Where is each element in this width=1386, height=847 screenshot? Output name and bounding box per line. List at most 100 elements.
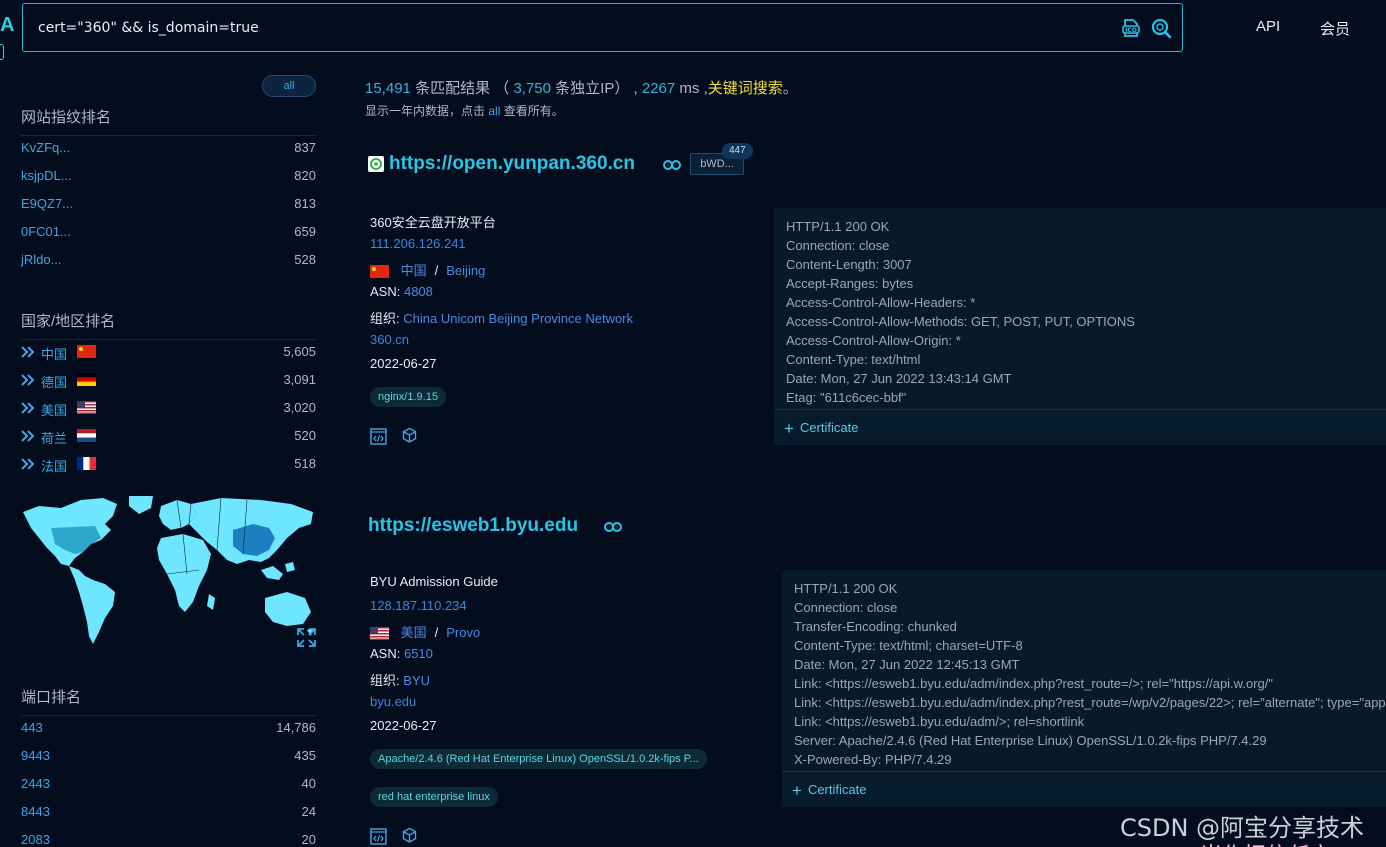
fingerprint-item[interactable]: 0FC01... 659 bbox=[21, 222, 316, 244]
http-line: Content-Length: 3007 bbox=[786, 257, 912, 272]
http-line: Link: <https://esweb1.byu.edu/adm/index.… bbox=[794, 676, 1273, 691]
http-line: Date: Mon, 27 Jun 2022 13:43:14 GMT bbox=[786, 371, 1012, 386]
asn-label: ASN: bbox=[370, 284, 401, 299]
http-line: HTTP/1.1 200 OK bbox=[786, 219, 890, 234]
domain-link[interactable]: byu.edu bbox=[370, 694, 416, 709]
code-icon[interactable] bbox=[370, 828, 387, 845]
product-chip[interactable]: Apache/2.4.6 (Red Hat Enterprise Linux) … bbox=[370, 749, 707, 769]
nav-member[interactable]: 会员 bbox=[1320, 18, 1350, 39]
fingerprint-label[interactable]: E9QZ7... bbox=[21, 196, 73, 211]
certificate-toggle-button[interactable]: + Certificate bbox=[792, 781, 866, 801]
fingerprint-label[interactable]: KvZFq... bbox=[21, 140, 70, 155]
china-flag-icon bbox=[77, 345, 96, 358]
fingerprint-tag-count: 447 bbox=[722, 143, 753, 159]
result-summary: 15,491 条匹配结果 （ 3,750 条独立IP） , 2267 ms ,关… bbox=[365, 77, 798, 98]
org-link[interactable]: BYU bbox=[403, 673, 430, 688]
country-item[interactable]: 法国 518 bbox=[21, 454, 316, 476]
product-chip[interactable]: red hat enterprise linux bbox=[370, 787, 498, 807]
fingerprint-label[interactable]: jRldo... bbox=[21, 252, 61, 267]
nav-api[interactable]: API bbox=[1256, 18, 1280, 35]
all-toggle-button[interactable]: all bbox=[262, 75, 316, 97]
china-flag-icon bbox=[370, 265, 389, 278]
site-title: 360安全云盘开放平台 bbox=[370, 215, 496, 230]
port-label[interactable]: 2083 bbox=[21, 832, 50, 847]
fingerprint-item[interactable]: jRldo... 528 bbox=[21, 250, 316, 272]
keyword-search-link[interactable]: 关键词搜索 bbox=[708, 80, 783, 97]
cube-icon[interactable] bbox=[401, 427, 418, 444]
port-item[interactable]: 2083 20 bbox=[21, 830, 316, 847]
org-link[interactable]: China Unicom Beijing Province Network bbox=[403, 311, 633, 326]
country-link[interactable]: 美国 bbox=[401, 625, 427, 640]
double-chevron-icon bbox=[21, 402, 35, 414]
port-label[interactable]: 443 bbox=[21, 720, 43, 735]
code-icon[interactable] bbox=[370, 428, 387, 445]
certificate-label: Certificate bbox=[807, 782, 867, 797]
port-item[interactable]: 2443 40 bbox=[21, 774, 316, 796]
fingerprint-label[interactable]: ksjpDL... bbox=[21, 168, 72, 183]
certificate-toggle-button[interactable]: + Certificate bbox=[784, 419, 858, 439]
city-link[interactable]: Beijing bbox=[446, 263, 485, 278]
port-item[interactable]: 8443 24 bbox=[21, 802, 316, 824]
country-rank-title: 国家/地区排名 bbox=[21, 310, 316, 340]
world-map[interactable] bbox=[21, 494, 316, 650]
result-host-link[interactable]: https://open.yunpan.360.cn bbox=[389, 153, 635, 175]
country-label[interactable]: 荷兰 bbox=[41, 428, 67, 447]
domain-link[interactable]: 360.cn bbox=[370, 332, 409, 347]
country-label[interactable]: 德国 bbox=[41, 372, 67, 391]
svg-text:ICO: ICO bbox=[1125, 27, 1137, 34]
country-count: 5,605 bbox=[283, 344, 316, 359]
ip-link[interactable]: 128.187.110.234 bbox=[370, 598, 467, 613]
result-host-link[interactable]: https://esweb1.byu.edu bbox=[368, 515, 578, 537]
http-line: Connection: close bbox=[794, 600, 898, 615]
link-icon[interactable] bbox=[604, 522, 622, 532]
expand-icon[interactable] bbox=[297, 628, 316, 647]
fingerprint-rank-title: 网站指纹排名 bbox=[21, 106, 316, 136]
country-label[interactable]: 中国 bbox=[41, 344, 67, 363]
port-item[interactable]: 443 14,786 bbox=[21, 718, 316, 740]
city-link[interactable]: Provo bbox=[446, 625, 480, 640]
link-icon[interactable] bbox=[663, 160, 681, 170]
certificate-bar: + Certificate bbox=[782, 771, 1386, 807]
show-all-link[interactable]: all bbox=[488, 104, 500, 118]
country-count: 520 bbox=[294, 428, 316, 443]
port-label[interactable]: 2443 bbox=[21, 776, 50, 791]
http-line: Transfer-Encoding: chunked bbox=[794, 619, 957, 634]
country-count: 3,091 bbox=[283, 372, 316, 387]
port-item[interactable]: 9443 435 bbox=[21, 746, 316, 768]
product-chip[interactable]: nginx/1.9.15 bbox=[370, 387, 446, 407]
country-label[interactable]: 美国 bbox=[41, 400, 67, 419]
country-link[interactable]: 中国 bbox=[401, 263, 427, 278]
port-label[interactable]: 8443 bbox=[21, 804, 50, 819]
plus-icon: + bbox=[784, 419, 794, 438]
fingerprint-item[interactable]: E9QZ7... 813 bbox=[21, 194, 316, 216]
cube-icon[interactable] bbox=[401, 827, 418, 844]
search-box[interactable]: ICO bbox=[22, 3, 1183, 52]
port-label[interactable]: 9443 bbox=[21, 748, 50, 763]
search-icon[interactable] bbox=[1150, 17, 1172, 39]
asn-link[interactable]: 4808 bbox=[404, 284, 433, 299]
port-count: 435 bbox=[294, 748, 316, 763]
country-label[interactable]: 法国 bbox=[41, 456, 67, 475]
asn-link[interactable]: 6510 bbox=[404, 646, 433, 661]
search-input[interactable] bbox=[38, 18, 1098, 38]
country-item[interactable]: 荷兰 520 bbox=[21, 426, 316, 448]
asn-line: ASN: 6510 bbox=[370, 646, 433, 661]
image-search-icon[interactable]: ICO bbox=[1120, 17, 1142, 39]
http-line: Connection: close bbox=[786, 238, 890, 253]
match-count: 15,491 bbox=[365, 80, 411, 97]
double-chevron-icon bbox=[21, 374, 35, 386]
country-item[interactable]: 中国 5,605 bbox=[21, 342, 316, 364]
fingerprint-item[interactable]: ksjpDL... 820 bbox=[21, 166, 316, 188]
http-line: Etag: "611c6cec-bbf" bbox=[786, 390, 907, 405]
country-item[interactable]: 德国 3,091 bbox=[21, 370, 316, 392]
country-item[interactable]: 美国 3,020 bbox=[21, 398, 316, 420]
logo[interactable]: A bbox=[0, 14, 14, 37]
fingerprint-label[interactable]: 0FC01... bbox=[21, 224, 71, 239]
http-line: HTTP/1.1 200 OK bbox=[794, 581, 898, 596]
fingerprint-count: 837 bbox=[294, 140, 316, 155]
fingerprint-item[interactable]: KvZFq... 837 bbox=[21, 138, 316, 160]
double-chevron-icon bbox=[21, 430, 35, 442]
ip-link[interactable]: 111.206.126.241 bbox=[370, 236, 466, 251]
fingerprint-count: 813 bbox=[294, 196, 316, 211]
http-line: Content-Type: text/html bbox=[786, 352, 921, 367]
